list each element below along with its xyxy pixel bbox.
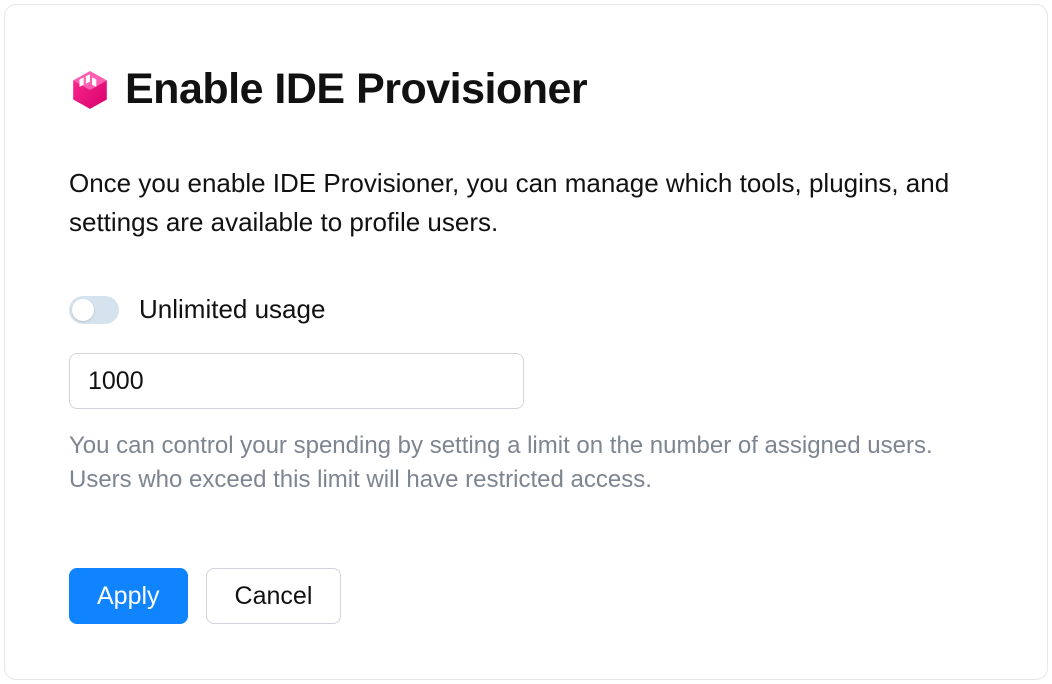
unlimited-usage-toggle[interactable] <box>69 296 119 324</box>
panel-header: Enable IDE Provisioner <box>69 65 983 114</box>
description-text: Once you enable IDE Provisioner, you can… <box>69 164 969 242</box>
unlimited-usage-row: Unlimited usage <box>69 294 983 325</box>
toolbox-icon <box>69 69 111 111</box>
cancel-button[interactable]: Cancel <box>206 568 342 624</box>
page-title: Enable IDE Provisioner <box>125 65 587 114</box>
button-row: Apply Cancel <box>69 568 983 624</box>
toggle-knob <box>72 299 94 321</box>
limit-input-wrap <box>69 353 983 409</box>
enable-ide-provisioner-panel: Enable IDE Provisioner Once you enable I… <box>4 4 1048 680</box>
user-limit-input[interactable] <box>69 353 524 409</box>
limit-help-text: You can control your spending by setting… <box>69 429 983 496</box>
apply-button[interactable]: Apply <box>69 568 188 624</box>
unlimited-usage-label: Unlimited usage <box>139 294 325 325</box>
